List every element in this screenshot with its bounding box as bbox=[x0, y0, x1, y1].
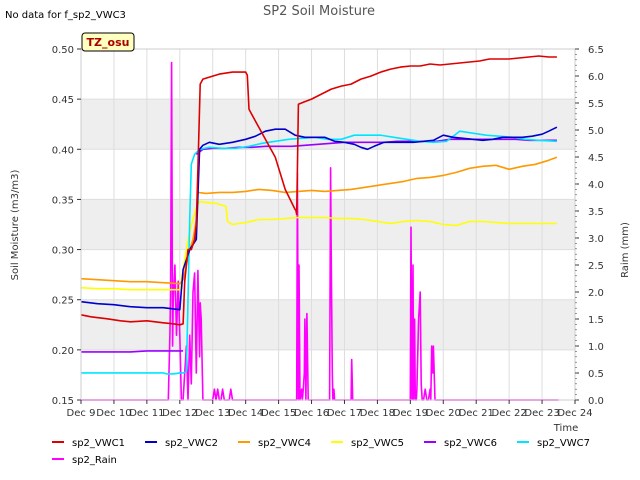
no-data-note: No data for f_sp2_VWC3 bbox=[5, 10, 126, 21]
legend-item: sp2_VWC4 bbox=[238, 438, 311, 449]
y-tick-label: 0.30 bbox=[52, 246, 74, 257]
x-tick-label: Dec 17 bbox=[327, 408, 362, 419]
x-tick-label: Dec 12 bbox=[162, 408, 197, 419]
y2-tick-label: 4.0 bbox=[588, 180, 604, 191]
x-tick-label: Dec 10 bbox=[96, 408, 131, 419]
x-tick-label: Dec 23 bbox=[524, 408, 559, 419]
x-tick-label: Dec 22 bbox=[492, 408, 527, 419]
grid-band bbox=[81, 99, 575, 150]
x-tick-label: Dec 20 bbox=[426, 408, 461, 419]
y2-tick-label: 6.0 bbox=[588, 72, 604, 83]
legend-item: sp2_Rain bbox=[52, 455, 117, 466]
y2-axis-ticks: 0.0 0.5 1.0 1.5 2.0 2.5 3.0 3.5 4.0 4.5 5.0 5.5 6.0 6… bbox=[575, 45, 604, 407]
legend-label: sp2_VWC2 bbox=[165, 438, 218, 449]
y2-tick-label: 5.5 bbox=[588, 99, 604, 110]
y2-tick-label: 4.5 bbox=[588, 153, 604, 164]
x-tick-label: Dec 16 bbox=[294, 408, 329, 419]
site-badge: TZ_osu bbox=[81, 32, 135, 52]
y-tick-label: 0.50 bbox=[52, 45, 74, 56]
y2-tick-label: 1.0 bbox=[588, 342, 604, 353]
x-tick-label: Dec 18 bbox=[360, 408, 395, 419]
legend-item: sp2_VWC7 bbox=[517, 438, 590, 449]
x-tick-label: Dec 11 bbox=[129, 408, 164, 419]
chart-title: SP2 Soil Moisture bbox=[263, 4, 375, 19]
y2-tick-label: 2.5 bbox=[588, 261, 604, 272]
x-tick-label: Dec 21 bbox=[459, 408, 494, 419]
y2-tick-label: 3.0 bbox=[588, 234, 604, 245]
x-tick-label: Dec 19 bbox=[393, 408, 428, 419]
legend-item: sp2_VWC6 bbox=[424, 438, 497, 449]
legend-label: sp2_VWC6 bbox=[444, 438, 497, 449]
y-tick-label: 0.25 bbox=[52, 296, 74, 307]
legend-item: sp2_VWC1 bbox=[52, 438, 125, 449]
soil-moisture-chart: 0.15 0.20 0.25 0.30 0.35 0.40 0.45 0.50 0.0 0.5 1… bbox=[5, 4, 631, 466]
background-bands bbox=[81, 49, 575, 400]
legend-label: sp2_Rain bbox=[72, 455, 117, 466]
y2-tick-label: 6.5 bbox=[588, 45, 604, 56]
x-tick-label: Dec 9 bbox=[67, 408, 96, 419]
legend-label: sp2_VWC7 bbox=[537, 438, 590, 449]
legend-label: sp2_VWC4 bbox=[258, 438, 311, 449]
y2-tick-label: 2.0 bbox=[588, 288, 604, 299]
y2-tick-label: 0.5 bbox=[588, 369, 604, 380]
y2-tick-label: 3.5 bbox=[588, 207, 604, 218]
y2-tick-label: 1.5 bbox=[588, 315, 604, 326]
legend-item: sp2_VWC5 bbox=[331, 438, 404, 449]
x-axis-ticks: Dec 9 Dec 10Dec 11Dec 12Dec 13Dec 14Dec 1… bbox=[67, 400, 593, 419]
legend-label: sp2_VWC1 bbox=[72, 438, 125, 449]
legend-item: sp2_VWC2 bbox=[145, 438, 218, 449]
grid-band bbox=[81, 199, 575, 250]
y-tick-label: 0.45 bbox=[52, 95, 74, 106]
y-axis-ticks: 0.15 0.20 0.25 0.30 0.35 0.40 0.45 0.50 bbox=[52, 45, 81, 407]
y-tick-label: 0.35 bbox=[52, 195, 74, 206]
legend: sp2_VWC1 sp2_VWC2 sp2_VWC4 sp2_VWC5 sp2_VWC6… bbox=[52, 438, 590, 466]
badge-label: TZ_osu bbox=[87, 36, 130, 49]
legend-label: sp2_VWC5 bbox=[351, 438, 404, 449]
y-tick-label: 0.15 bbox=[52, 396, 74, 407]
y-tick-label: 0.40 bbox=[52, 145, 74, 156]
x-tick-label: Dec 14 bbox=[228, 408, 263, 419]
x-axis-label: Time bbox=[553, 423, 578, 434]
x-tick-label: Dec 15 bbox=[261, 408, 296, 419]
y-axis-label: Soil Moisture (m3/m3) bbox=[10, 170, 21, 281]
y2-axis-label: Raim (mm) bbox=[620, 222, 631, 278]
y2-tick-label: 5.0 bbox=[588, 126, 604, 137]
x-tick-label: Dec 13 bbox=[195, 408, 230, 419]
y-tick-label: 0.20 bbox=[52, 346, 74, 357]
x-tick-label: Dec 24 bbox=[557, 408, 592, 419]
y2-tick-label: 0.0 bbox=[588, 396, 604, 407]
